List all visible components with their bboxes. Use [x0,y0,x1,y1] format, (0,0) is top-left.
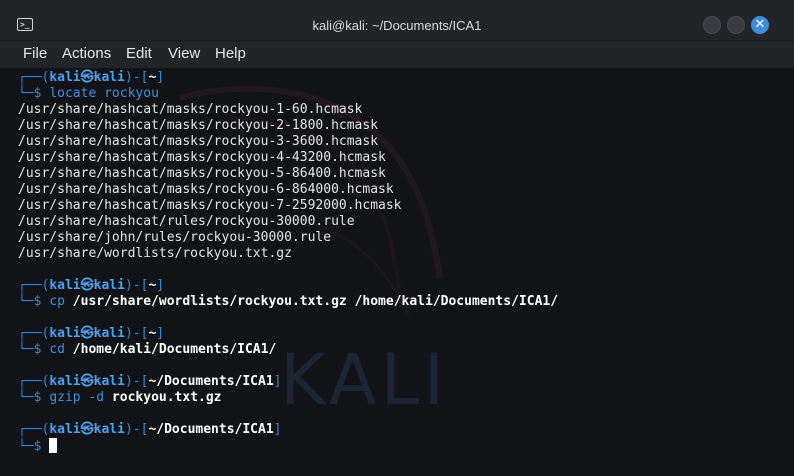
prompt-line: ┌──(kali㉿kali)-[~] [18,326,558,342]
command-line: └─$ [18,438,558,454]
command-name: gzip -d [49,390,105,405]
prompt-at-symbol: ㉿ [80,374,94,389]
output-line: /usr/share/wordlists/rockyou.txt.gz [18,246,558,262]
output-line: /usr/share/hashcat/masks/rockyou-5-86400… [18,166,558,182]
prompt-frame: )-[ [124,70,149,85]
prompt-frame: )-[ [124,422,149,437]
menu-help[interactable]: Help [215,45,246,63]
prompt-user: kali [49,374,81,389]
menu-file[interactable]: File [23,45,47,63]
close-icon: ✕ [754,17,766,32]
menu-actions[interactable]: Actions [62,45,111,63]
command-line: └─$ locate rockyou [18,86,558,102]
output-line: /usr/share/hashcat/masks/rockyou-7-25920… [18,198,558,214]
menu-bar: File Actions Edit View Help [0,41,794,68]
output-text: /usr/share/hashcat/masks/rockyou-7-25920… [18,198,402,213]
prompt-host: kali [93,70,125,85]
output-line: /usr/share/hashcat/masks/rockyou-4-43200… [18,150,558,166]
terminal-content[interactable]: KALI ┌──(kali㉿kali)-[~] └─$ locate rockyo… [0,68,794,476]
prompt-line: ┌──(kali㉿kali)-[~] [18,70,558,86]
maximize-button[interactable] [727,16,745,34]
prompt-line: ┌──(kali㉿kali)-[~] [18,278,558,294]
output-text: /usr/share/hashcat/rules/rockyou-30000.r… [18,214,355,229]
prompt-host: kali [93,422,125,437]
prompt-frame: ] [273,422,282,437]
output-text: /usr/share/hashcat/masks/rockyou-6-86400… [18,182,394,197]
prompt-dollar: └─$ [18,294,50,309]
output-line: /usr/share/hashcat/masks/rockyou-3-3600.… [18,134,558,150]
command-name: cp [49,294,65,309]
prompt-line: ┌──(kali㉿kali)-[~/Documents/ICA1] [18,422,558,438]
command-argument: /home/kali/Documents/ICA1/ [64,342,277,357]
prompt-frame: ┌──( [18,278,50,293]
output-text: /usr/share/hashcat/masks/rockyou-3-3600.… [18,134,379,149]
prompt-dollar: └─$ [18,390,50,405]
prompt-at-symbol: ㉿ [80,70,94,85]
prompt-dollar: └─$ [18,342,50,357]
prompt-line: ┌──(kali㉿kali)-[~/Documents/ICA1] [18,374,558,390]
prompt-path: ~/Documents/ICA1 [148,422,274,437]
output-line: /usr/share/hashcat/rules/rockyou-30000.r… [18,214,558,230]
prompt-user: kali [49,422,81,437]
window-title: kali@kali: ~/Documents/ICA1 [312,18,482,33]
prompt-at-symbol: ㉿ [80,326,94,341]
prompt-frame: ┌──( [18,422,50,437]
output-line: /usr/share/hashcat/masks/rockyou-2-1800.… [18,118,558,134]
prompt-frame: ] [156,278,165,293]
output-line: /usr/share/john/rules/rockyou-30000.rule [18,230,558,246]
command-argument: /usr/share/wordlists/rockyou.txt.gz /hom… [64,294,559,309]
title-bar[interactable]: >_ kali@kali: ~/Documents/ICA1 ✕ [0,0,794,41]
prompt-frame: ┌──( [18,70,50,85]
command-line: └─$ cd /home/kali/Documents/ICA1/ [18,342,558,358]
prompt-at-symbol: ㉿ [80,278,94,293]
prompt-frame: ] [273,374,282,389]
minimize-button[interactable] [703,16,721,34]
prompt-frame: )-[ [124,326,149,341]
output-line: /usr/share/hashcat/masks/rockyou-1-60.hc… [18,102,558,118]
menu-view[interactable]: View [168,45,200,63]
close-button[interactable]: ✕ [751,16,769,34]
menu-edit[interactable]: Edit [126,45,152,63]
output-text: /usr/share/hashcat/masks/rockyou-2-1800.… [18,118,379,133]
prompt-frame: ] [156,326,165,341]
prompt-user: kali [49,278,81,293]
terminal-output: ┌──(kali㉿kali)-[~] └─$ locate rockyou/usr… [18,70,558,454]
output-line: /usr/share/hashcat/masks/rockyou-6-86400… [18,182,558,198]
output-text: /usr/share/hashcat/masks/rockyou-5-86400… [18,166,386,181]
prompt-frame: )-[ [124,278,149,293]
output-text: /usr/share/john/rules/rockyou-30000.rule [18,230,332,245]
prompt-user: kali [49,70,81,85]
prompt-host: kali [93,374,125,389]
prompt-dollar: └─$ [18,439,50,454]
output-text: /usr/share/hashcat/masks/rockyou-4-43200… [18,150,386,165]
prompt-at-symbol: ㉿ [80,422,94,437]
terminal-window: >_ kali@kali: ~/Documents/ICA1 ✕ File Ac… [0,0,794,476]
command-line: └─$ cp /usr/share/wordlists/rockyou.txt.… [18,294,558,310]
cursor [49,438,58,453]
prompt-path: ~/Documents/ICA1 [148,374,274,389]
prompt-frame: )-[ [124,374,149,389]
prompt-frame: ] [156,70,165,85]
command-line: └─$ gzip -d rockyou.txt.gz [18,390,558,406]
prompt-host: kali [93,326,125,341]
output-text: /usr/share/hashcat/masks/rockyou-1-60.hc… [18,102,363,117]
prompt-frame: ┌──( [18,326,50,341]
prompt-dollar: └─$ [18,86,50,101]
command-name: cd [49,342,65,357]
output-text: /usr/share/wordlists/rockyou.txt.gz [18,246,292,261]
command-argument: rockyou.txt.gz [104,390,222,405]
prompt-user: kali [49,326,81,341]
prompt-host: kali [93,278,125,293]
command-argument: rockyou [96,86,159,101]
prompt-frame: ┌──( [18,374,50,389]
command-name: locate [49,86,97,101]
